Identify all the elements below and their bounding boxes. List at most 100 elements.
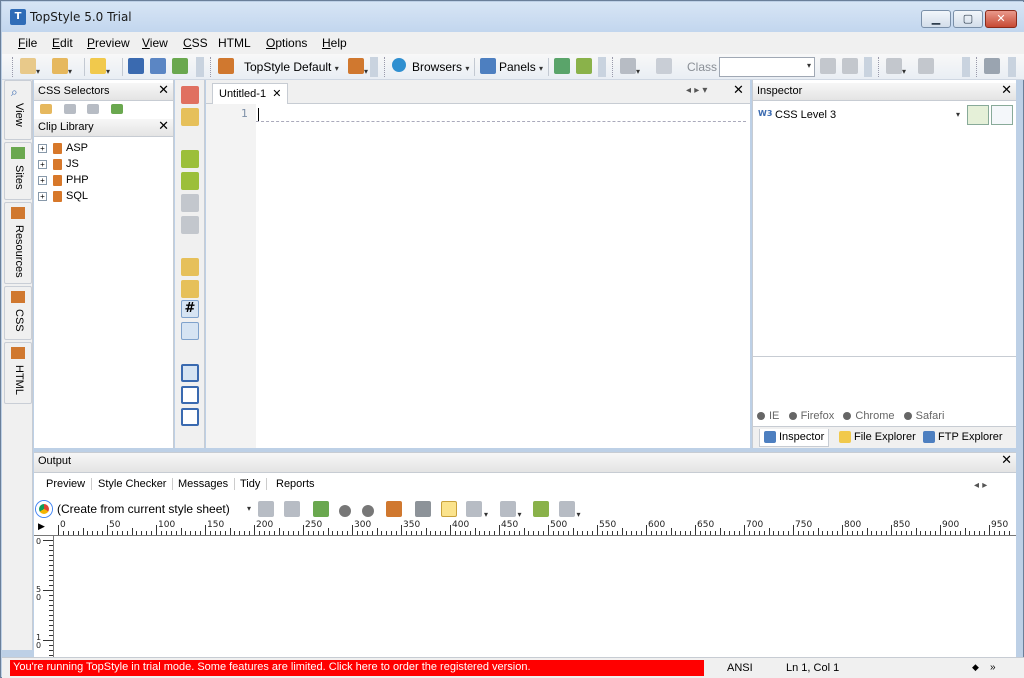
toolbar-grip[interactable] [612,57,615,77]
tools-button[interactable] [984,58,1000,76]
toolbar-grip[interactable] [12,57,15,77]
tab-reports[interactable]: Reports [270,478,321,490]
outdent-icon[interactable] [181,172,199,190]
split-horizontal-icon[interactable] [181,386,199,404]
toolbar-overflow[interactable] [598,57,606,77]
validate-button[interactable]: ▾ [620,58,640,76]
toolbar-overflow[interactable] [864,57,872,77]
toolbar-grip[interactable] [878,57,881,77]
tab-ftp-explorer[interactable]: FTP Explorer [919,429,1007,447]
close-icon[interactable]: ✕ [1001,453,1012,468]
bug-icon[interactable] [385,501,402,517]
save-all-button[interactable] [150,58,166,76]
toolbar-overflow[interactable] [370,57,378,77]
screenshot-icon[interactable] [533,501,550,517]
maximize-button[interactable]: ▢ [953,10,983,28]
color-picker-icon[interactable] [181,322,199,340]
tab-html[interactable]: HTML [4,342,32,404]
style-edit-button[interactable]: ▾ [348,58,368,76]
menu-file[interactable]: File [18,36,37,50]
minimize-button[interactable]: ▁ [921,10,951,28]
preview-refresh-icon[interactable] [258,501,274,517]
bookmark-icon[interactable] [181,280,199,298]
class-action-button-1[interactable] [820,58,836,76]
device-icon[interactable] [466,501,482,517]
crosshair-icon[interactable] [440,501,457,517]
hash-icon[interactable]: # [181,300,199,318]
menu-css[interactable]: CSS [183,36,208,50]
menu-help[interactable]: Help [322,36,347,50]
selector-add-icon[interactable] [40,104,52,114]
open-button[interactable]: ▾ [90,58,110,76]
menu-edit[interactable]: Edit [52,36,73,50]
new-html-button[interactable]: ▾ [52,58,72,76]
close-icon[interactable]: ✕ [158,83,169,98]
output-tab-nav[interactable]: ◂ ▸ [974,480,987,491]
tree-item-sql[interactable]: + SQL [38,190,88,204]
tab-messages[interactable]: Messages [172,478,236,490]
tab-nav-arrows[interactable]: ◂ ▸ ▾ [686,85,707,96]
forward-icon[interactable] [362,505,374,517]
tab-resources[interactable]: Resources [4,202,32,284]
tab-tidy[interactable]: Tidy [234,478,268,490]
preview-open-icon[interactable] [313,501,329,517]
toolbar-overflow[interactable] [196,57,204,77]
browsers-button[interactable] [392,58,406,76]
trial-notice[interactable]: You're running TopStyle in trial mode. S… [10,660,704,676]
preview-source-select[interactable]: (Create from current style sheet) ▾ [54,499,254,519]
close-icon[interactable]: ✕ [158,119,169,134]
tab-preview[interactable]: Preview [40,478,93,490]
expand-icon[interactable]: + [38,159,47,169]
tree-item-php[interactable]: + PHP [38,174,89,188]
browsers-dropdown[interactable]: Browsers ▾ [412,60,469,74]
indent-icon[interactable] [181,150,199,168]
tab-css[interactable]: CSS [4,286,32,340]
publish-button[interactable] [172,58,188,76]
save-button[interactable] [128,58,144,76]
tree-item-asp[interactable]: + ASP [38,142,88,156]
toolbar-overflow[interactable] [1008,57,1016,77]
expand-icon[interactable]: + [38,143,47,153]
tab-view[interactable]: ⌕ View [4,80,32,140]
layout-button-2[interactable] [576,58,592,76]
single-view-icon[interactable] [181,364,199,382]
comment-icon[interactable] [181,194,199,212]
open-document-icon[interactable] [181,108,199,126]
close-icon[interactable]: ✕ [1001,83,1012,98]
tab-untitled-1[interactable]: Untitled-1 ✕ [212,83,289,104]
status-dot-icon[interactable]: ◆ [972,662,979,673]
new-css-button[interactable]: ▾ [20,58,40,76]
tab-sites[interactable]: Sites [4,142,32,200]
expand-icon[interactable]: + [38,175,47,185]
panels-dropdown[interactable]: Panels ▾ [499,60,543,74]
settings-icon[interactable] [558,501,575,517]
back-icon[interactable] [338,505,351,517]
inspector-action-button-2[interactable] [991,105,1013,125]
toolbar-grip[interactable] [210,57,213,77]
close-window-button[interactable]: ✕ [985,10,1017,28]
toolbar-overflow[interactable] [962,57,970,77]
menu-preview[interactable]: Preview [87,36,130,50]
menu-view[interactable]: View [142,36,168,50]
toolbar-grip[interactable] [384,57,387,77]
menu-options[interactable]: Options [266,36,307,50]
ruler-icon[interactable] [415,501,431,517]
selector-edit-icon[interactable] [63,104,76,114]
ruler-play-icon[interactable]: ▶ [38,522,45,532]
panels-button[interactable] [480,58,496,76]
close-editor-icon[interactable]: ✕ [733,83,744,98]
new-document-icon[interactable] [181,86,199,104]
current-line[interactable] [256,106,746,122]
css-level-select[interactable]: W3 CSS Level 3 ▾ [755,105,963,125]
selector-delete-icon[interactable] [87,104,99,114]
toolbar-grip[interactable] [976,57,979,77]
layout-button-1[interactable] [554,58,570,76]
tab-style-checker[interactable]: Style Checker [92,478,174,490]
braces-button[interactable] [656,58,672,76]
style-definition-button[interactable] [218,58,234,76]
tree-item-js[interactable]: + JS [38,158,79,172]
status-more-icon[interactable]: » [990,662,996,673]
insert-button[interactable]: ▾ [886,58,906,76]
split-vertical-icon[interactable] [181,408,199,426]
expand-icon[interactable]: + [38,191,47,201]
